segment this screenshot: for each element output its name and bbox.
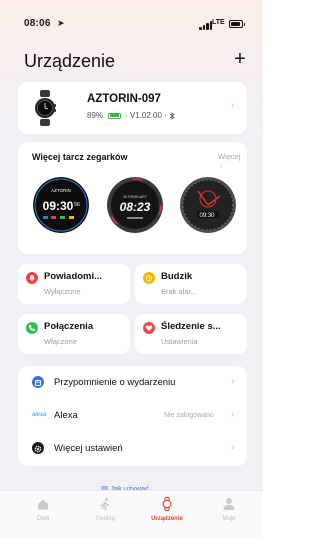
device-status: 89% · V1.02.00 · [87,111,175,120]
tab-home[interactable]: Dom [17,495,69,529]
notifications-title: Powiadomi... [44,271,103,282]
gear-icon [32,442,44,454]
tab-training[interactable]: Trening [79,495,131,529]
device-name: AZTORIN-097 [87,93,161,105]
more-settings-label: Więcej ustawień [54,443,123,454]
page-title: Urządzenie [24,51,116,71]
status-time: 08:06 [24,18,51,29]
alarm-title: Budzik [161,271,193,282]
person-icon [223,498,235,510]
face-3-time: 09:30 [199,213,215,219]
chevron-right-icon: › [231,409,235,420]
watch-faces-title: Więcej tarcz zegarków [32,152,128,162]
tab-bar: Dom Trening Urządzenie Moje [0,490,263,538]
add-device-button[interactable]: + [231,48,249,70]
watch-icon [162,497,172,511]
alexa-row[interactable]: alexa Alexa Nie zalogowano › [18,399,247,432]
alarm-status: Brak alar... [161,287,197,296]
face-2-date: 26 FEBRUARY [123,195,148,199]
heart-icon [143,322,155,334]
location-arrow-icon: ➤ [57,18,65,28]
alarm-clock-icon [143,272,155,284]
status-battery-icon [229,20,245,28]
calls-tile[interactable]: Połączenia Włączone [18,314,130,354]
firmware-version: · V1.02.00 · [125,111,167,120]
notifications-status: Wyłączone [44,287,81,296]
tab-profile-label: Moje [222,516,236,522]
calls-title: Połączenia [44,321,94,332]
health-tracking-status: Ustawienia [161,337,198,346]
watch-faces-more-link[interactable]: Więcej › [218,152,247,170]
event-reminder-label: Przypomnienie o wydarzeniu [54,377,176,388]
alexa-label: Alexa [54,410,78,421]
watch-face-1[interactable]: AZTORIN 09:30 56 [33,177,89,233]
watch-face-3[interactable]: 09:30 [180,177,236,233]
chevron-right-icon: › [231,100,235,111]
running-icon [99,498,109,511]
calendar-icon [32,376,44,388]
network-label: LTE [212,19,225,26]
face-1-time: 09:30 [43,199,74,213]
device-card[interactable]: AZTORIN-097 89% · V1.02.00 · › [18,82,247,134]
settings-list: Przypomnienie o wydarzeniu › alexa Alexa… [18,366,247,466]
face-1-seconds: 56 [74,202,80,208]
bell-icon [26,272,38,284]
more-label: Więcej [218,152,241,161]
calls-status: Włączone [44,337,77,346]
battery-icon [108,112,122,119]
alexa-status: Nie zalogowano [164,412,214,419]
tab-training-label: Trening [94,516,116,522]
alexa-icon: alexa [32,412,47,418]
face-1-brand: AZTORIN [51,188,71,193]
bluetooth-icon [169,111,175,120]
chevron-right-icon: › [231,442,235,453]
chevron-right-icon: › [231,376,235,387]
alarm-tile[interactable]: Budzik Brak alar... [135,264,247,304]
tab-home-label: Dom [36,516,50,522]
tab-profile[interactable]: Moje [203,495,255,529]
notifications-tile[interactable]: Powiadomi... Wyłączone [18,264,130,304]
tab-device-label: Urządzenie [151,516,183,522]
tab-device[interactable]: Urządzenie [141,495,193,529]
face-2-time: 08:23 [120,200,151,214]
chevron-right-icon: › [220,161,223,170]
more-settings-row[interactable]: Więcej ustawień › [18,432,247,465]
health-tracking-tile[interactable]: Śledzenie s... Ustawienia [135,314,247,354]
home-icon [38,499,48,510]
watch-face-2[interactable]: 08:23 26 FEBRUARY [107,177,163,233]
device-screen: 08:06 ➤ LTE Urządzenie + AZTORIN-097 89%… [0,0,263,538]
event-reminder-row[interactable]: Przypomnienie o wydarzeniu › [18,366,247,399]
watch-image [35,90,56,126]
battery-percent: 89% [87,111,104,120]
watch-faces-card: Więcej tarcz zegarków Więcej › AZTORIN 0… [18,142,247,254]
phone-icon [26,322,38,334]
status-bar: 08:06 ➤ LTE [0,0,263,40]
health-tracking-title: Śledzenie s... [161,321,221,332]
